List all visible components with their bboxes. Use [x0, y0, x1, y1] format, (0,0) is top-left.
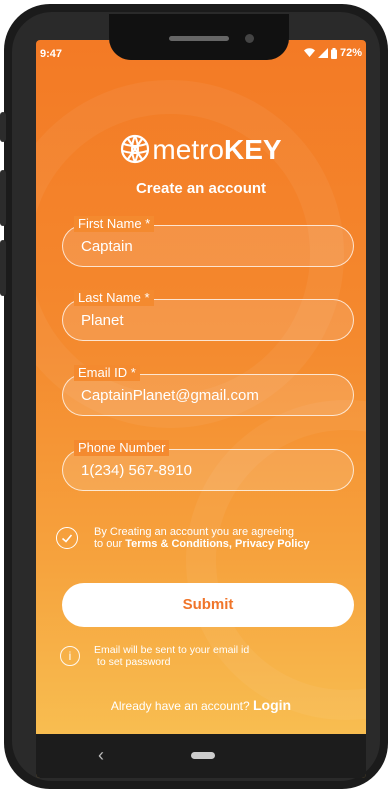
info-icon: i: [60, 646, 80, 666]
system-nav-bar: ‹: [36, 734, 366, 778]
terms-prefix: to our: [94, 538, 126, 550]
volume-up-button: [0, 170, 6, 226]
submit-button[interactable]: Submit: [62, 583, 354, 627]
brand-logo: metroKEY: [36, 134, 366, 166]
phone-frame: 9:47 72% metroKEY Create an account Firs…: [0, 4, 388, 789]
last-name-value: Planet: [81, 312, 124, 329]
first-name-label: First Name *: [74, 216, 155, 232]
info-line1: Email will be sent to your email id: [94, 644, 250, 656]
status-icons: 72%: [303, 47, 362, 59]
check-icon: [61, 534, 73, 543]
first-name-value: Captain: [81, 238, 133, 255]
camera-notch: [109, 14, 289, 60]
phone-field[interactable]: Phone Number 1(234) 567-8910: [62, 440, 354, 491]
speaker-grille: [169, 36, 229, 41]
last-name-label: Last Name *: [74, 290, 154, 306]
back-chevron-icon[interactable]: ‹: [98, 745, 104, 766]
email-label: Email ID *: [74, 365, 140, 381]
terms-agreement: By Creating an account you are agreeing …: [56, 526, 356, 560]
first-name-field[interactable]: First Name * Captain: [62, 216, 354, 267]
brand-name-bold: KEY: [224, 134, 282, 165]
app-screen: 9:47 72% metroKEY Create an account Firs…: [36, 40, 366, 778]
login-prompt-row: Already have an account? Login: [36, 697, 366, 713]
globe-icon: [121, 134, 150, 164]
info-text: Email will be sent to your email id to s…: [94, 644, 249, 668]
info-note: i Email will be sent to your email id to…: [60, 642, 360, 674]
phone-label: Phone Number: [74, 440, 170, 456]
brand-name-light: metro: [152, 134, 224, 165]
side-button: [0, 112, 6, 142]
wifi-icon: [303, 48, 315, 57]
phone-value: 1(234) 567-8910: [81, 462, 192, 479]
privacy-policy-link[interactable]: Privacy Policy: [235, 538, 310, 550]
login-link[interactable]: Login: [253, 697, 291, 713]
info-line2: to set password: [96, 656, 171, 668]
terms-checkbox[interactable]: [56, 527, 78, 549]
terms-conditions-link[interactable]: Terms & Conditions: [125, 538, 229, 550]
email-field[interactable]: Email ID * CaptainPlanet@gmail.com: [62, 365, 354, 416]
status-time: 9:47: [40, 48, 63, 60]
login-prompt: Already have an account?: [110, 699, 250, 713]
camera-icon: [245, 34, 254, 43]
battery-icon: [330, 47, 337, 59]
battery-percentage: 72%: [339, 47, 362, 59]
signal-icon: [317, 48, 328, 58]
home-pill-button[interactable]: [191, 752, 215, 759]
page-title: Create an account: [135, 180, 267, 197]
terms-line1: By Creating an account you are agreeing: [94, 526, 294, 538]
email-value: CaptainPlanet@gmail.com: [81, 387, 259, 404]
last-name-field[interactable]: Last Name * Planet: [62, 290, 354, 341]
terms-text: By Creating an account you are agreeing …: [94, 526, 354, 550]
volume-down-button: [0, 240, 6, 296]
